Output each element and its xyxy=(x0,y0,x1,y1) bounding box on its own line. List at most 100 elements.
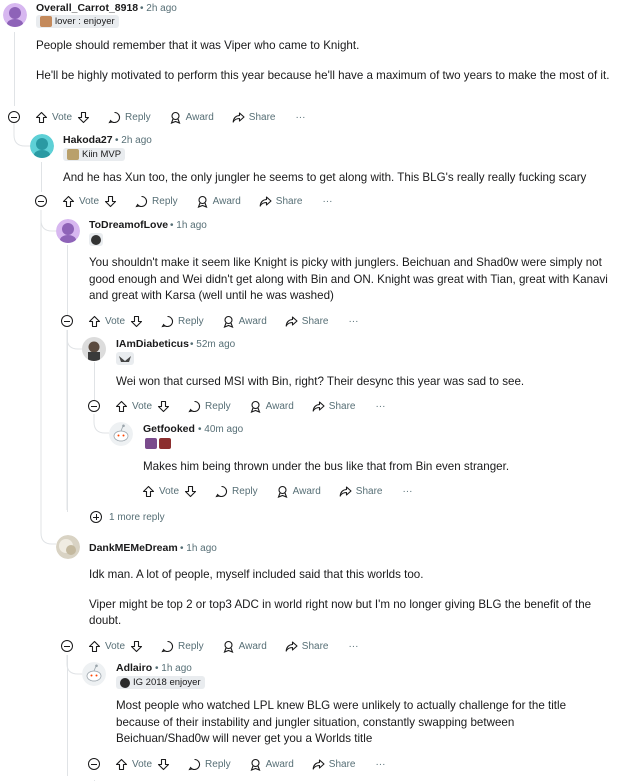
comment-paragraph: And he has Xun too, the only jungler he … xyxy=(63,171,587,184)
reply-button[interactable]: Reply xyxy=(108,111,151,124)
reply-label: Reply xyxy=(232,485,258,497)
downvote-button[interactable] xyxy=(184,485,197,498)
more-replies-link[interactable]: 1 more reply xyxy=(109,512,165,523)
reply-icon xyxy=(215,485,228,497)
reply-label: Reply xyxy=(205,400,231,412)
more-icon: ··· xyxy=(348,315,359,327)
collapse-thread-button[interactable] xyxy=(88,400,100,412)
upvote-button[interactable]: Vote xyxy=(88,640,125,653)
comment-paragraph: He'll be highly motivated to perform thi… xyxy=(36,68,610,82)
award-button[interactable]: Award xyxy=(249,758,294,771)
downvote-button[interactable] xyxy=(157,400,170,413)
share-button[interactable]: Share xyxy=(285,640,328,653)
flair-icon xyxy=(120,677,130,688)
share-button[interactable]: Share xyxy=(285,315,329,328)
timestamp[interactable]: • 40m ago xyxy=(198,424,243,435)
avatar[interactable] xyxy=(3,3,27,27)
reply-button[interactable]: Reply xyxy=(215,485,258,498)
share-button[interactable]: Share xyxy=(339,485,383,498)
share-button[interactable]: Share xyxy=(312,400,355,413)
share-label: Share xyxy=(248,111,276,123)
more-options-button[interactable]: ··· xyxy=(295,112,305,123)
share-button[interactable]: Share xyxy=(312,758,356,771)
more-options-button[interactable]: ··· xyxy=(348,316,358,327)
upvote-button[interactable]: Vote xyxy=(62,195,99,208)
share-label: Share xyxy=(301,315,329,327)
flair-icon xyxy=(67,149,79,160)
reply-button[interactable]: Reply xyxy=(161,315,204,328)
more-icon: ··· xyxy=(348,640,359,652)
collapse-thread-button[interactable] xyxy=(88,758,100,770)
comment-paragraph: Most people who watched LPL knew BLG wer… xyxy=(116,699,567,745)
flair-icon xyxy=(40,16,52,27)
upvote-button[interactable]: Vote xyxy=(35,111,72,124)
more-options-button[interactable]: ··· xyxy=(322,196,332,207)
avatar[interactable] xyxy=(56,535,80,559)
avatar[interactable] xyxy=(30,134,54,158)
username[interactable]: ToDreamofLove xyxy=(89,219,168,231)
upvote-button[interactable]: Vote xyxy=(142,485,179,498)
award-button[interactable]: Award xyxy=(276,485,321,498)
comment-actions: Vote Reply Award Share ··· xyxy=(142,481,412,501)
comment-actions: Vote Reply Award Share ··· xyxy=(62,191,332,211)
reply-button[interactable]: Reply xyxy=(135,195,178,208)
timestamp[interactable]: • 52m ago xyxy=(190,339,235,350)
username[interactable]: Hakoda27 xyxy=(63,134,113,146)
comment-paragraph: Makes him being thrown under the bus lik… xyxy=(143,460,510,473)
reply-button[interactable]: Reply xyxy=(188,758,231,771)
award-label: Award xyxy=(185,111,214,123)
avatar[interactable] xyxy=(109,422,133,446)
avatar[interactable] xyxy=(56,219,80,243)
collapse-thread-button[interactable] xyxy=(8,111,20,123)
share-button[interactable]: Share xyxy=(259,195,303,208)
comment-paragraph: You shouldn't make it seem like Knight i… xyxy=(89,256,608,302)
timestamp[interactable]: • 1h ago xyxy=(170,220,207,231)
username[interactable]: DankMEMeDream xyxy=(89,542,178,554)
username[interactable]: IAmDiabeticus xyxy=(116,338,189,350)
reply-button[interactable]: Reply xyxy=(161,640,204,653)
downvote-icon xyxy=(104,195,117,207)
award-button[interactable]: Award xyxy=(222,315,267,328)
collapse-thread-button[interactable] xyxy=(61,315,73,327)
comment-body: You shouldn't make it seem like Knight i… xyxy=(89,255,619,305)
downvote-button[interactable] xyxy=(104,195,117,208)
comment-actions: Vote Reply Award Share ··· xyxy=(88,636,358,656)
user-flair-badge xyxy=(89,233,103,246)
timestamp[interactable]: • 1h ago xyxy=(180,543,217,554)
upvote-button[interactable]: Vote xyxy=(115,400,152,413)
upvote-button[interactable]: Vote xyxy=(88,315,125,328)
upvote-button[interactable]: Vote xyxy=(115,758,152,771)
avatar[interactable] xyxy=(82,337,106,361)
more-options-button[interactable]: ··· xyxy=(375,759,385,770)
award-button[interactable]: Award xyxy=(196,195,241,208)
username[interactable]: Overall_Carrot_8918 xyxy=(36,2,138,14)
award-label: Award xyxy=(212,195,241,207)
more-icon: ··· xyxy=(375,758,386,770)
share-label: Share xyxy=(275,195,303,207)
avatar[interactable] xyxy=(82,662,106,686)
username[interactable]: Adlairo xyxy=(116,662,152,674)
timestamp[interactable]: • 2h ago xyxy=(115,135,152,146)
award-button[interactable]: Award xyxy=(169,111,214,124)
downvote-button[interactable] xyxy=(157,758,170,771)
downvote-button[interactable] xyxy=(130,315,143,328)
reply-button[interactable]: Reply xyxy=(188,400,231,413)
more-options-button[interactable]: ··· xyxy=(402,486,412,497)
award-button[interactable]: Award xyxy=(249,400,294,413)
more-options-button[interactable]: ··· xyxy=(348,641,358,652)
timestamp[interactable]: • 1h ago xyxy=(155,663,192,674)
comment-paragraph: People should remember that it was Viper… xyxy=(36,39,360,52)
collapse-thread-button[interactable] xyxy=(35,195,47,207)
share-button[interactable]: Share xyxy=(232,111,276,124)
downvote-button[interactable] xyxy=(77,111,90,124)
more-options-button[interactable]: ··· xyxy=(375,401,385,412)
collapse-thread-button[interactable] xyxy=(61,640,73,652)
username[interactable]: Getfooked xyxy=(143,423,195,435)
expand-replies-button[interactable] xyxy=(90,511,102,523)
timestamp[interactable]: • 2h ago xyxy=(140,3,177,14)
downvote-button[interactable] xyxy=(130,640,143,653)
share-label: Share xyxy=(328,758,356,770)
share-icon xyxy=(232,111,245,123)
award-button[interactable]: Award xyxy=(222,640,267,653)
share-label: Share xyxy=(355,485,383,497)
